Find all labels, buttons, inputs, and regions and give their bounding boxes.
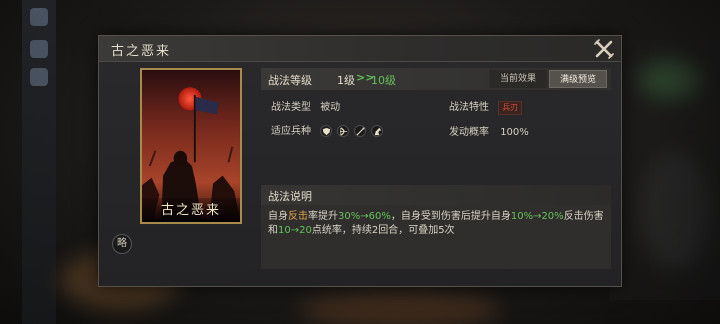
desc-value: 10%→20%	[510, 211, 564, 222]
unit-type-icons	[320, 125, 388, 137]
background-blur	[300, 290, 500, 324]
desc-value: 10→20	[278, 225, 312, 236]
skill-trait-row: 战法特性 兵刃	[449, 98, 523, 115]
skill-detail-dialog: 古之恶来 古之恶来 略 战法等级 1级 >> 10级 当前效果 满级预览 战法类…	[98, 35, 622, 287]
info-panel: 战法等级 1级 >> 10级 当前效果 满级预览 战法类型 被动 战法特性 兵刃…	[261, 68, 611, 269]
skill-type-row: 战法类型 被动	[271, 98, 340, 113]
bow-icon	[337, 125, 350, 137]
dialog-header: 古之恶来	[99, 36, 621, 62]
skill-card: 古之恶来	[140, 68, 242, 224]
skip-button[interactable]: 略	[112, 234, 132, 254]
level-to: 10级	[371, 74, 396, 87]
shield-icon	[320, 125, 333, 137]
tab-max-level-preview[interactable]: 满级预览	[549, 70, 607, 88]
skill-trait-badge: 兵刃	[498, 101, 523, 115]
desc-value: 30%→60%	[338, 211, 391, 222]
skill-type-label: 战法类型	[271, 102, 311, 113]
description-title: 战法说明	[268, 190, 312, 203]
dialog-title: 古之恶来	[111, 44, 172, 59]
level-label: 战法等级	[268, 74, 312, 87]
desc-text: 率提升	[308, 211, 338, 222]
background-left-icon	[30, 40, 48, 58]
background-right-panel	[610, 40, 720, 300]
desc-text: 点统率，持续2回合，可叠加5次	[311, 225, 455, 236]
horse-icon	[371, 125, 384, 137]
tab-current-effect[interactable]: 当前效果	[489, 70, 547, 88]
level-bar: 战法等级 1级 >> 10级 当前效果 满级预览	[261, 68, 611, 90]
background-left-icon	[30, 8, 48, 26]
trigger-rate-value: 100%	[500, 127, 529, 138]
background-left-icon	[30, 68, 48, 86]
unit-type-label: 适应兵种	[271, 126, 311, 137]
card-name-plate: 古之恶来	[142, 198, 240, 222]
description-header: 战法说明	[261, 185, 611, 205]
desc-text: 自身	[268, 211, 288, 222]
close-button[interactable]	[593, 38, 615, 60]
trigger-rate-label: 发动概率	[449, 127, 489, 138]
skill-type-value: 被动	[320, 102, 341, 113]
spear-icon	[354, 125, 367, 137]
unit-type-row: 适应兵种	[271, 122, 388, 137]
card-name: 古之恶来	[160, 203, 221, 218]
level-from: 1级	[337, 74, 355, 87]
trigger-rate-row: 发动概率 100%	[449, 123, 529, 138]
desc-keyword-counterattack: 反击	[288, 211, 308, 222]
skill-trait-label: 战法特性	[449, 102, 489, 113]
desc-text: ，自身受到伤害后提升自身	[390, 211, 511, 222]
close-x-icon	[594, 39, 614, 59]
description-body: 自身反击率提升30%→60%，自身受到伤害后提升自身10%→20%反击伤害和10…	[261, 205, 611, 269]
